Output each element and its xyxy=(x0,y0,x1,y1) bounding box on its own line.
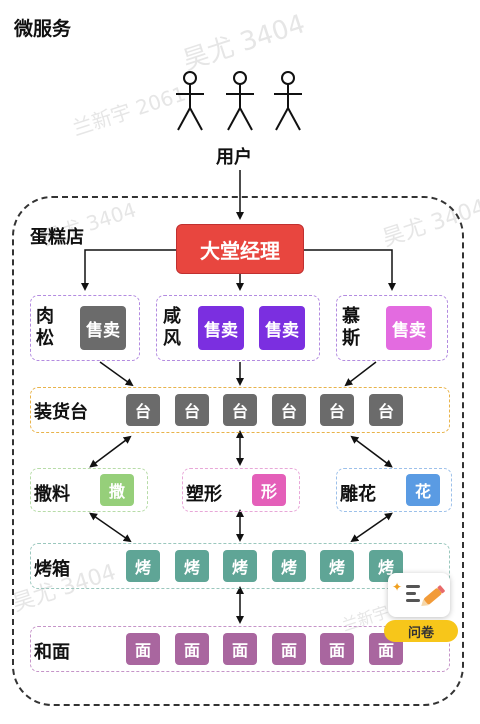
dough-tile: 面 xyxy=(223,633,257,665)
station-label: 撒料 xyxy=(34,484,70,505)
seller-label: 咸风 xyxy=(163,306,181,349)
user-figure-1 xyxy=(176,71,204,131)
station-label: 雕花 xyxy=(340,484,376,505)
user-figure-3 xyxy=(274,71,302,131)
survey-widget[interactable]: ✦ 问卷 xyxy=(384,573,460,643)
station-label: 塑形 xyxy=(186,484,222,505)
survey-button[interactable]: 问卷 xyxy=(384,620,458,642)
oven-row-label: 烤箱 xyxy=(34,559,70,580)
dock-tile: 台 xyxy=(175,394,209,426)
seller-tile: 售卖 xyxy=(198,306,244,350)
svg-text:✦: ✦ xyxy=(392,580,402,594)
oven-tile: 烤 xyxy=(320,550,354,582)
oven-tile: 烤 xyxy=(175,550,209,582)
bakery-label: 蛋糕店 xyxy=(30,227,84,248)
dock-tile: 台 xyxy=(369,394,403,426)
dock-tile: 台 xyxy=(223,394,257,426)
seller-tile: 售卖 xyxy=(80,306,126,350)
dock-tile: 台 xyxy=(126,394,160,426)
loading-dock-label: 装货台 xyxy=(34,402,88,423)
dough-mixing-label: 和面 xyxy=(34,642,70,663)
dough-tile: 面 xyxy=(320,633,354,665)
oven-tile: 烤 xyxy=(272,550,306,582)
user-figure-2 xyxy=(226,71,254,131)
seller-tile: 售卖 xyxy=(386,306,432,350)
oven-tile: 烤 xyxy=(126,550,160,582)
seller-label: 肉松 xyxy=(36,306,54,349)
station-tile: 形 xyxy=(252,474,286,506)
dough-tile: 面 xyxy=(126,633,160,665)
dock-tile: 台 xyxy=(320,394,354,426)
survey-card[interactable]: ✦ xyxy=(388,573,450,617)
users-label: 用户 xyxy=(216,147,252,168)
seller-tile: 售卖 xyxy=(259,306,305,350)
station-tile: 撒 xyxy=(100,474,134,506)
station-tile: 花 xyxy=(406,474,440,506)
oven-tile: 烤 xyxy=(223,550,257,582)
seller-label: 慕斯 xyxy=(342,306,360,349)
dock-tile: 台 xyxy=(272,394,306,426)
dough-tile: 面 xyxy=(175,633,209,665)
lobby-manager-node: 大堂经理 xyxy=(176,224,304,274)
survey-pencil-icon: ✦ xyxy=(392,580,445,606)
dough-tile: 面 xyxy=(272,633,306,665)
